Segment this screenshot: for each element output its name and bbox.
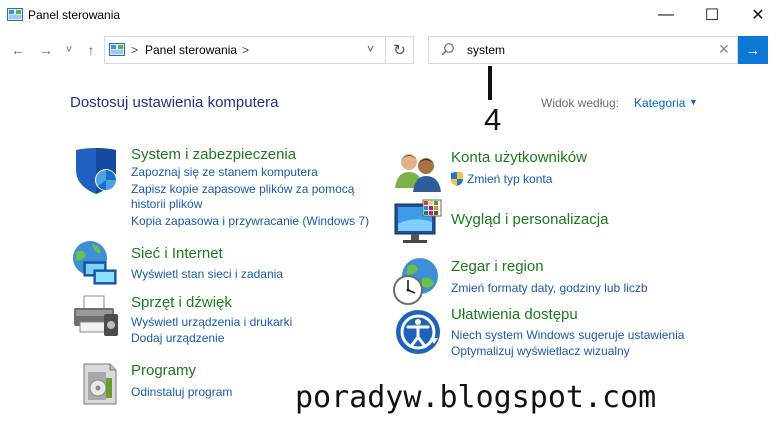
category-title[interactable]: Wygląd i personalizacja: [451, 211, 608, 228]
search-box[interactable]: ✕: [428, 36, 738, 64]
clock-globe-icon: [393, 258, 438, 305]
annotation-line: [488, 66, 492, 100]
link-change-formats[interactable]: Zmień formaty daty, godziny lub liczb: [451, 280, 648, 296]
navigation-toolbar: ← → ˅ ↑ > Panel sterowania > ˅ ↻ ✕: [0, 34, 782, 68]
category-title[interactable]: System i zabezpieczenia: [131, 146, 296, 163]
search-input[interactable]: [467, 40, 707, 60]
uac-shield-icon: [451, 172, 463, 186]
maximize-button[interactable]: ☐: [689, 0, 735, 30]
annotation-number: 4: [484, 102, 502, 137]
link-uninstall-program[interactable]: Odinstaluj program: [131, 384, 232, 400]
link-change-account-type[interactable]: Zmień typ konta: [467, 171, 552, 187]
address-dropdown-icon[interactable]: ˅: [367, 42, 374, 56]
clear-search-icon[interactable]: ✕: [718, 41, 730, 58]
printer-icon: [74, 295, 118, 336]
breadcrumb-control-panel[interactable]: Panel sterowania: [145, 43, 237, 57]
search-go-button[interactable]: →: [738, 36, 768, 64]
forward-button[interactable]: →: [36, 40, 56, 60]
category-title[interactable]: Konta użytkowników: [451, 149, 587, 166]
link-windows-suggest[interactable]: Niech system Windows sugeruje ustawienia: [451, 327, 684, 343]
back-button[interactable]: ←: [8, 40, 28, 60]
category-title[interactable]: Sieć i Internet: [131, 245, 223, 262]
page-title: Dostosuj ustawienia komputera: [70, 94, 279, 111]
window-title: Panel sterowania: [28, 8, 121, 22]
category-title[interactable]: Sprzęt i dźwięk: [131, 294, 232, 311]
address-bar[interactable]: > Panel sterowania > ˅: [104, 36, 386, 64]
search-icon: [441, 43, 454, 56]
breadcrumb-separator[interactable]: >: [242, 43, 249, 57]
refresh-button[interactable]: ↻: [386, 36, 414, 64]
up-button[interactable]: ↑: [82, 40, 100, 60]
category-title[interactable]: Zegar i region: [451, 258, 544, 275]
recent-locations-button[interactable]: ˅: [62, 40, 76, 60]
link-add-device[interactable]: Dodaj urządzenie: [131, 330, 224, 346]
watermark-text: poradyw.blogspot.com: [295, 380, 657, 415]
link-optimize-display[interactable]: Optymalizuj wyświetlacz wizualny: [451, 343, 630, 359]
link-network-status[interactable]: Wyświetl stan sieci i zadania: [131, 266, 283, 282]
breadcrumb-separator: >: [131, 43, 139, 57]
link-file-history[interactable]: Zapisz kopie zapasowe plików za pomocą: [131, 181, 354, 197]
category-title[interactable]: Programy: [131, 362, 196, 379]
network-globe-icon: [73, 241, 117, 285]
link-backup-restore[interactable]: Kopia zapasowa i przywracanie (Windows 7…: [131, 213, 369, 229]
control-panel-icon: [7, 8, 23, 21]
link-check-status[interactable]: Zapoznaj się ze stanem komputera: [131, 164, 318, 180]
link-devices-printers[interactable]: Wyświetl urządzenia i drukarki: [131, 314, 292, 330]
control-panel-icon: [109, 43, 125, 56]
view-by-dropdown[interactable]: Kategoria: [634, 96, 685, 110]
minimize-button[interactable]: —: [643, 0, 689, 30]
view-by-caret-icon[interactable]: ▼: [689, 97, 698, 107]
users-icon: [395, 154, 441, 192]
category-title[interactable]: Ułatwienia dostępu: [451, 306, 578, 323]
monitor-palette-icon: [394, 199, 442, 243]
title-bar: Panel sterowania — ☐ ✕: [0, 0, 782, 30]
close-button[interactable]: ✕: [735, 0, 781, 30]
link-file-history-cont[interactable]: historii plików: [131, 196, 202, 212]
programs-box-icon: [83, 363, 117, 405]
ease-of-access-icon: [396, 310, 440, 354]
view-by-label: Widok według:: [541, 96, 620, 110]
shield-icon: [76, 148, 117, 194]
